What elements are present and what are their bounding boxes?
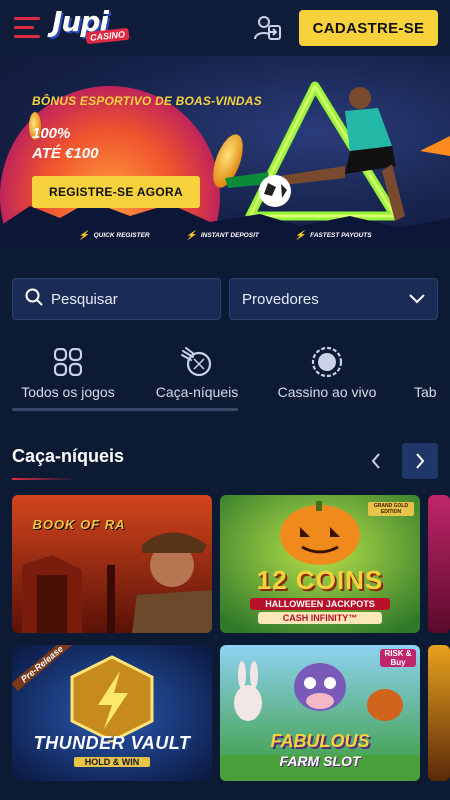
logo[interactable]: Jupi CASINO xyxy=(52,8,132,46)
banner-amount-max: ATÉ €100 xyxy=(32,145,99,162)
game-card-partial[interactable] xyxy=(428,645,450,781)
game-card-book-of-ra[interactable]: BOOK OF RA xyxy=(12,495,212,633)
slot-ball-icon xyxy=(181,346,213,378)
game-title: 12 COINS xyxy=(256,565,384,595)
feature-fastest-payouts: ⚡ FASTEST PAYOUTS xyxy=(294,229,372,240)
search-field[interactable] xyxy=(12,278,221,320)
category-tabs: Todos os jogos Caça-níqueis Cassino ao v… xyxy=(0,346,450,412)
register-now-button[interactable]: REGISTRE-SE AGORA xyxy=(32,176,200,208)
search-icon xyxy=(25,288,43,311)
bolt-icon: ⚡ xyxy=(185,229,197,240)
game-thumbnail xyxy=(12,495,212,633)
roulette-icon xyxy=(311,346,343,378)
section-title: Caça-níqueis xyxy=(12,446,125,466)
top-header: Jupi CASINO CADASTRE-SE xyxy=(0,0,450,56)
game-subtitle: HOLD & WIN xyxy=(74,757,150,767)
feature-quick-register: ⚡ QUICK REGISTER xyxy=(78,229,150,240)
tab-live-casino[interactable]: Cassino ao vivo xyxy=(276,346,378,406)
tab-label: Todos os jogos xyxy=(21,384,115,400)
providers-label: Provedores xyxy=(242,290,319,308)
game-card-fabulous-farm[interactable]: RISK & Buy FABULOUS FARM SLOT xyxy=(220,645,420,781)
carousel-prev-button[interactable] xyxy=(362,444,390,478)
chevron-left-icon xyxy=(371,453,380,469)
bolt-icon: ⚡ xyxy=(294,229,307,240)
game-title: FABULOUS xyxy=(270,731,370,751)
game-card-thunder-vault[interactable]: Pre-Release THUNDER VAULT HOLD & WIN xyxy=(12,645,212,781)
game-subtitle: FARM SLOT xyxy=(279,753,361,769)
game-subtitle: HALLOWEEN JACKPOTS xyxy=(250,598,390,610)
section-title-underline xyxy=(12,478,76,480)
providers-dropdown[interactable]: Provedores xyxy=(229,278,438,320)
tab-more[interactable]: Tab xyxy=(414,346,450,406)
game-title: BOOK OF RA xyxy=(32,517,126,532)
tabs-scroll-indicator xyxy=(12,408,238,411)
chevron-down-icon xyxy=(409,291,425,308)
feature-instant-deposit: ⚡ INSTANT DEPOSIT xyxy=(185,229,259,240)
banner-amount: 100% ATÉ €100 xyxy=(32,124,152,164)
tab-label: Caça-níqueis xyxy=(155,384,239,400)
bolt-icon: ⚡ xyxy=(78,229,90,240)
game-card-partial[interactable] xyxy=(428,495,450,633)
game-title: THUNDER VAULT xyxy=(33,733,191,753)
carousel-next-button[interactable] xyxy=(402,443,438,479)
banner-amount-percent: 100% xyxy=(32,125,71,142)
search-input[interactable] xyxy=(51,290,201,308)
game-card-12-coins[interactable]: GRAND GOLD EDITION 12 COINS HALLOWEEN JA… xyxy=(220,495,420,633)
login-icon[interactable] xyxy=(252,13,282,43)
game-badge: GRAND GOLD EDITION xyxy=(368,502,414,516)
game-badge: RISK & Buy xyxy=(380,649,416,667)
banner-features: ⚡ QUICK REGISTER ⚡ INSTANT DEPOSIT ⚡ FASTES… xyxy=(0,224,450,246)
tab-label: Cassino ao vivo xyxy=(277,384,377,400)
chevron-right-icon xyxy=(416,453,425,469)
banner-title: BÔNUS ESPORTIVO DE BOAS-VINDAS xyxy=(32,94,262,108)
promo-banner[interactable]: BÔNUS ESPORTIVO DE BOAS-VINDAS 100% ATÉ … xyxy=(0,56,450,246)
tab-label: Tab xyxy=(414,384,437,400)
tab-all-games[interactable]: Todos os jogos xyxy=(20,346,116,406)
menu-icon[interactable] xyxy=(14,17,42,39)
game-tag: CASH INFINITY™ xyxy=(258,612,382,624)
signup-button[interactable]: CADASTRE-SE xyxy=(299,10,438,46)
grid-icon xyxy=(54,346,82,378)
tab-slots[interactable]: Caça-níqueis xyxy=(155,346,239,406)
